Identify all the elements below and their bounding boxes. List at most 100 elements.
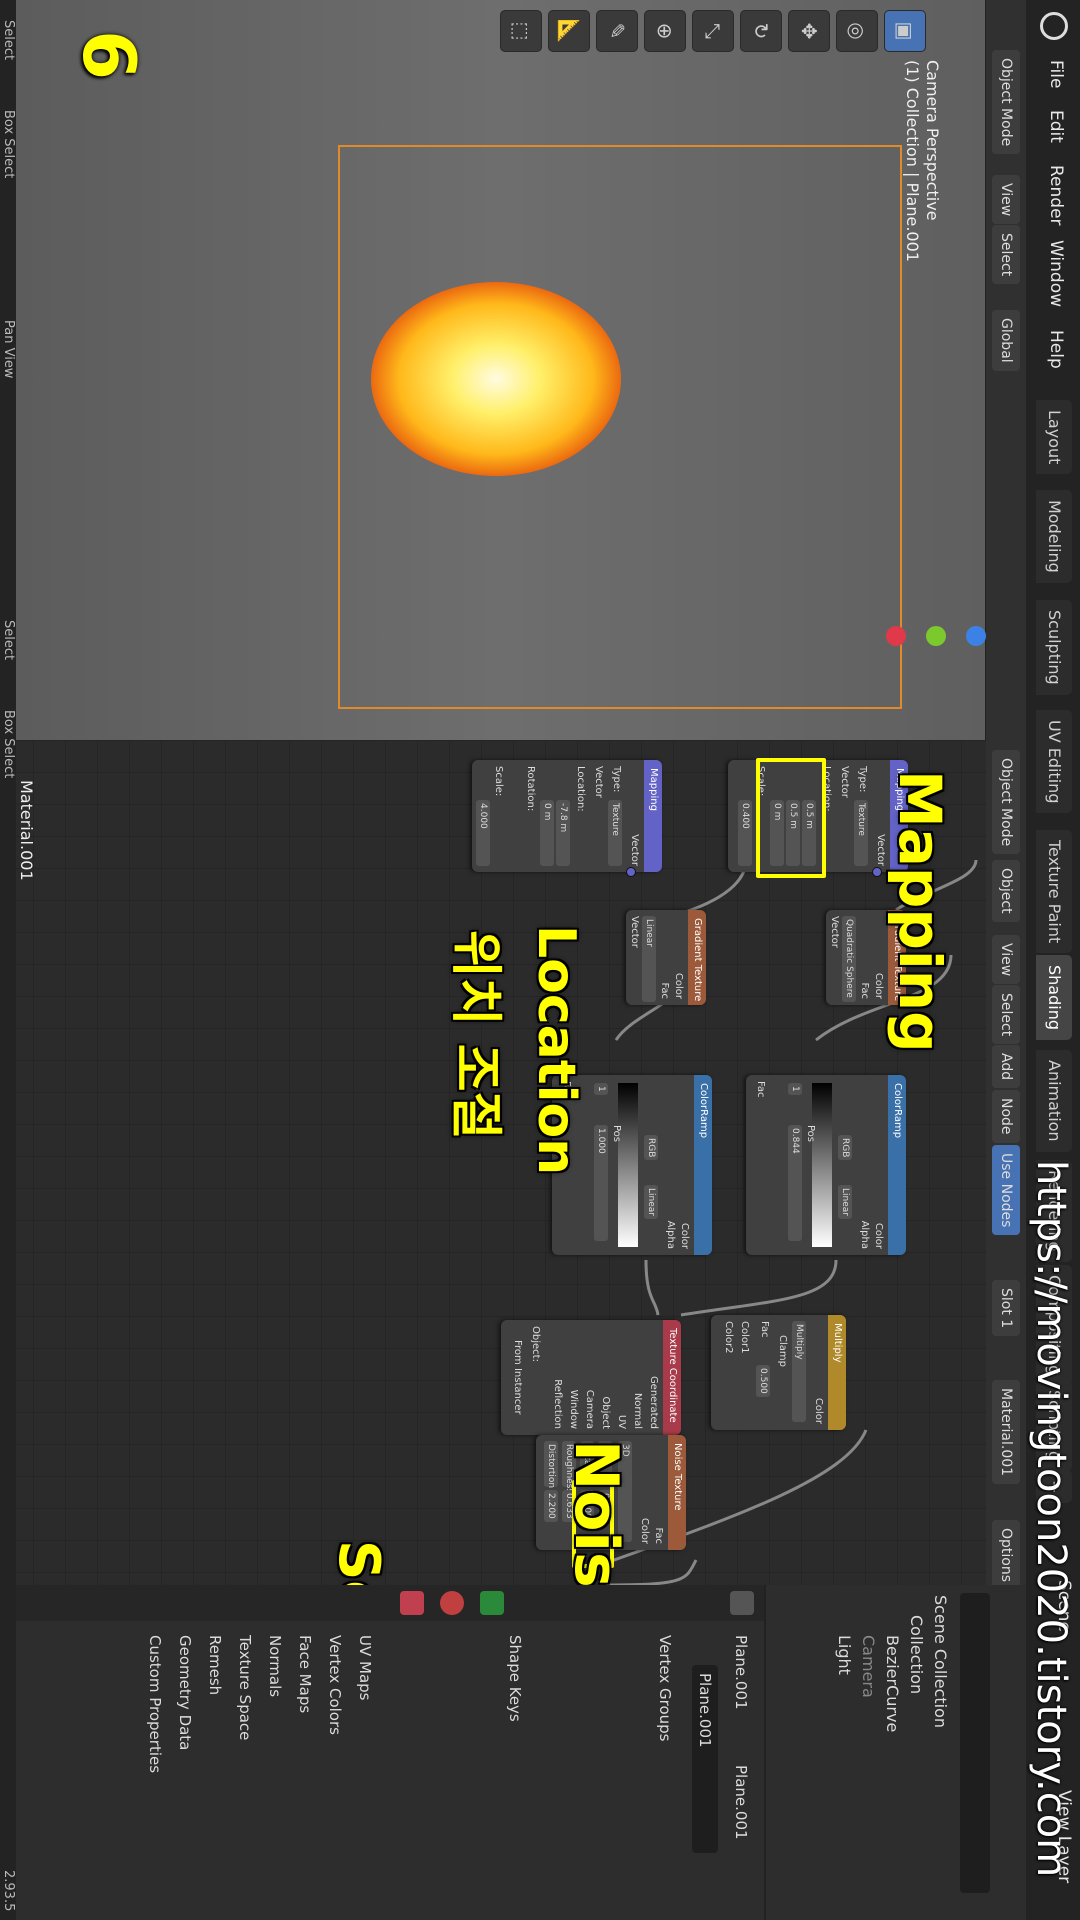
ramp-gradient-bar[interactable] bbox=[812, 1083, 832, 1247]
type-dropdown[interactable]: Texture bbox=[608, 800, 622, 866]
measure-icon[interactable]: 📐 bbox=[548, 10, 590, 52]
section-normals[interactable]: Normals bbox=[266, 1635, 284, 1697]
gradient-type-dropdown[interactable]: Linear bbox=[642, 916, 656, 1002]
ramp-gradient-bar[interactable] bbox=[618, 1083, 638, 1247]
properties-panel[interactable]: Plane.001 Plane.001 Plane.001 Vertex Gro… bbox=[14, 1585, 766, 1920]
socket-label-vector: Vector bbox=[629, 916, 640, 948]
orientation-dropdown[interactable]: Global bbox=[992, 310, 1020, 371]
mesh-name-field[interactable]: Plane.001 bbox=[692, 1665, 718, 1853]
breadcrumb-mesh[interactable]: Plane.001 bbox=[732, 1765, 750, 1840]
from-instancer-checkbox[interactable]: From Instancer bbox=[512, 1340, 523, 1415]
socket-label-color: Color bbox=[639, 1517, 650, 1544]
viewport-mode-dropdown[interactable]: Object Mode bbox=[992, 50, 1020, 155]
socket-label-color: Color bbox=[813, 1397, 824, 1424]
3d-viewport[interactable]: Object Mode View Select Global Camera Pe… bbox=[16, 0, 1026, 740]
ramp-index-field[interactable]: 1 bbox=[594, 1083, 608, 1095]
ramp-pos-field[interactable]: 0.844 bbox=[788, 1125, 802, 1241]
toolbar: ▣ ◎ ✥ ↻ ⤡ ⊕ ✎ 📐 ⬚ bbox=[500, 10, 926, 52]
blender-logo-icon[interactable] bbox=[1040, 12, 1068, 40]
outliner-search-input[interactable] bbox=[960, 1593, 990, 1893]
transform-icon[interactable]: ⊕ bbox=[644, 10, 686, 52]
section-shape-keys[interactable]: Shape Keys bbox=[506, 1635, 524, 1722]
type-dropdown[interactable]: Texture bbox=[854, 800, 868, 866]
shader-node-editor[interactable]: Object Mode Object View Select Add Node … bbox=[16, 740, 1026, 1903]
blend-mode-dropdown[interactable]: Multiply bbox=[792, 1321, 806, 1422]
gizmo-x-icon[interactable] bbox=[886, 626, 906, 646]
cursor-icon[interactable]: ◎ bbox=[836, 10, 878, 52]
gizmo-z-icon[interactable] bbox=[966, 626, 986, 646]
socket-label-color: Color bbox=[679, 1222, 690, 1249]
fac-field[interactable]: 0.500 bbox=[756, 1365, 770, 1397]
gizmo-y-icon[interactable] bbox=[926, 626, 946, 646]
rotate-icon[interactable]: ↻ bbox=[740, 10, 782, 52]
tab-modeling[interactable]: Modeling bbox=[1036, 490, 1072, 583]
ramp-index-field[interactable]: 1 bbox=[788, 1083, 802, 1095]
section-remesh[interactable]: Remesh bbox=[206, 1635, 224, 1695]
section-custom-properties[interactable]: Custom Properties bbox=[146, 1635, 164, 1773]
outliner-item-collection[interactable]: Collection bbox=[907, 1615, 926, 1694]
distortion-field[interactable]: 2.200 bbox=[544, 1490, 558, 1522]
socket-label-color: Color bbox=[873, 972, 884, 999]
gradient-texture-node-2[interactable]: Gradient Texture Color Fac Linear Vector bbox=[626, 910, 706, 1005]
outliner-item-camera[interactable]: Camera bbox=[859, 1635, 878, 1698]
ramp-interp-dropdown[interactable]: Linear bbox=[838, 1185, 852, 1219]
mesh-data-tab-icon[interactable] bbox=[480, 1591, 504, 1615]
tab-sculpting[interactable]: Sculpting bbox=[1036, 600, 1072, 695]
gradient-type-dropdown[interactable]: Quadratic Sphere bbox=[842, 916, 856, 1002]
ramp-pos-field[interactable]: 1.000 bbox=[594, 1125, 608, 1241]
mapping-node-2[interactable]: Mapping Vector Type: Texture Vector Loca… bbox=[472, 760, 662, 877]
tab-animation[interactable]: Animation bbox=[1036, 1050, 1072, 1152]
location-x-field[interactable]: -7.8 m bbox=[556, 800, 570, 866]
menu-edit[interactable]: Edit bbox=[1046, 110, 1066, 143]
texture-coordinate-node[interactable]: Texture Coordinate Generated Normal UV O… bbox=[501, 1320, 681, 1435]
viewport-menu-select[interactable]: Select bbox=[992, 225, 1020, 285]
section-texture-space[interactable]: Texture Space bbox=[236, 1635, 254, 1740]
select-box-icon[interactable]: ▣ bbox=[884, 10, 926, 52]
section-face-maps[interactable]: Face Maps bbox=[296, 1635, 314, 1713]
clamp-checkbox[interactable]: Clamp bbox=[777, 1335, 788, 1367]
colorramp-node-1[interactable]: ColorRamp Color Alpha RGB Linear 1 0.844… bbox=[746, 1075, 906, 1255]
status-bar: Select Box Select Pan View Select Box Se… bbox=[0, 0, 16, 1920]
tab-shading[interactable]: Shading bbox=[1036, 955, 1072, 1040]
menu-render[interactable]: Render bbox=[1046, 165, 1066, 226]
menu-help[interactable]: Help bbox=[1046, 330, 1066, 369]
texture-tab-icon[interactable] bbox=[400, 1591, 424, 1615]
socket-label-vector-in: Vector bbox=[593, 766, 604, 798]
material-tab-icon[interactable] bbox=[440, 1591, 464, 1615]
socket-label-camera: Camera bbox=[584, 1389, 595, 1429]
blender-window: File Edit Render Window Help Layout Mode… bbox=[0, 0, 1080, 1920]
tab-texture-paint[interactable]: Texture Paint bbox=[1036, 830, 1072, 954]
outliner-item-scene-collection[interactable]: Scene Collection bbox=[931, 1595, 950, 1728]
annotate-icon[interactable]: ✎ bbox=[596, 10, 638, 52]
texcoord-node-header: Texture Coordinate bbox=[663, 1320, 681, 1435]
annotation-location-korean: 위치 조절 bbox=[445, 930, 505, 1140]
add-cube-icon[interactable]: ⬚ bbox=[500, 10, 542, 52]
ramp-mode-dropdown[interactable]: RGB bbox=[838, 1135, 852, 1161]
section-uv-maps[interactable]: UV Maps bbox=[356, 1635, 374, 1700]
ramp-mode-dropdown[interactable]: RGB bbox=[644, 1135, 658, 1161]
outliner-panel[interactable]: Scene Collection Collection BezierCurve … bbox=[766, 1585, 1026, 1920]
outliner-item-beziercurve[interactable]: BezierCurve bbox=[883, 1635, 902, 1732]
menu-file[interactable]: File bbox=[1046, 60, 1066, 88]
socket-out[interactable] bbox=[626, 867, 636, 877]
socket-out[interactable] bbox=[872, 867, 882, 877]
outliner-item-light[interactable]: Light bbox=[835, 1635, 854, 1675]
section-geometry-data[interactable]: Geometry Data bbox=[176, 1635, 194, 1750]
section-vertex-colors[interactable]: Vertex Colors bbox=[326, 1635, 344, 1735]
socket-label-normal: Normal bbox=[632, 1392, 643, 1429]
breadcrumb-object[interactable]: Plane.001 bbox=[732, 1635, 750, 1710]
scale-x-field[interactable]: 4.000 bbox=[476, 800, 490, 866]
ramp-interp-dropdown[interactable]: Linear bbox=[644, 1185, 658, 1219]
scale-icon[interactable]: ⤡ bbox=[692, 10, 734, 52]
viewport-menu-view[interactable]: View bbox=[992, 175, 1020, 225]
tab-layout[interactable]: Layout bbox=[1036, 400, 1072, 475]
move-icon[interactable]: ✥ bbox=[788, 10, 830, 52]
tool-tab-icon[interactable] bbox=[730, 1591, 754, 1615]
section-vertex-groups[interactable]: Vertex Groups bbox=[656, 1635, 674, 1741]
type-label: Type: bbox=[857, 766, 868, 793]
tab-uv-editing[interactable]: UV Editing bbox=[1036, 710, 1072, 814]
multiply-node[interactable]: Multiply Color Multiply Clamp Fac 0.500 … bbox=[711, 1315, 846, 1430]
location-y-field[interactable]: 0 m bbox=[540, 800, 554, 866]
scale-x-field[interactable]: 0.400 bbox=[738, 800, 752, 866]
menu-window[interactable]: Window bbox=[1046, 240, 1066, 307]
